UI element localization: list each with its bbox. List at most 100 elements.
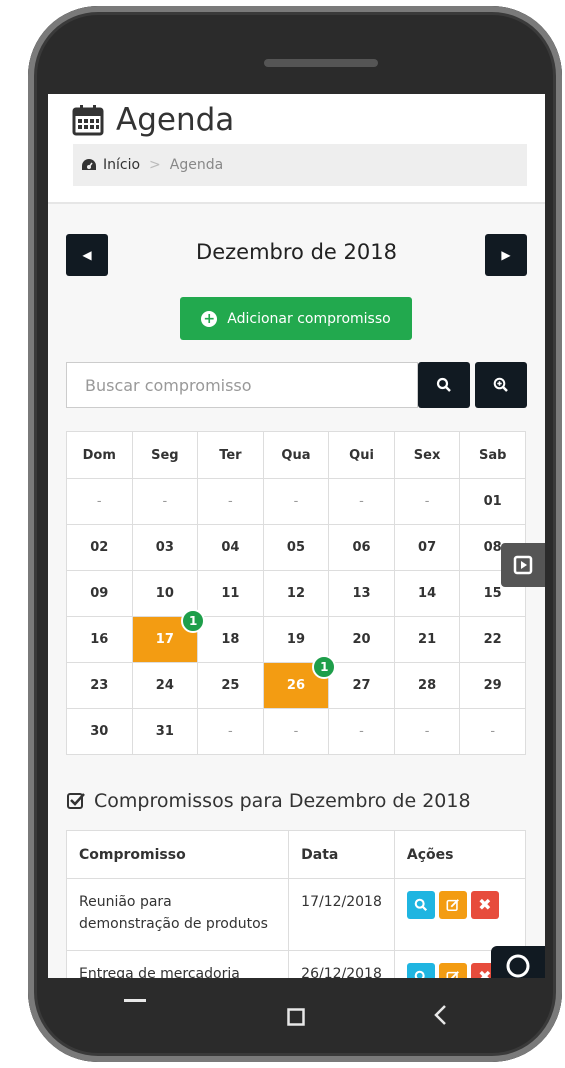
day-cell[interactable]: 13 bbox=[328, 570, 395, 617]
day-number: - bbox=[228, 494, 233, 509]
event-day-cell[interactable]: 17 1 bbox=[131, 609, 206, 663]
day-cell[interactable]: 07 bbox=[393, 524, 461, 571]
month-title: Dezembro de 2018 bbox=[196, 240, 397, 264]
appointments-heading: Compromissos para Dezembro de 2018 bbox=[66, 790, 471, 812]
next-month-button[interactable]: ▶ bbox=[485, 234, 527, 276]
day-cell[interactable]: 21 bbox=[393, 616, 461, 663]
day-number: 01 bbox=[483, 494, 502, 509]
calendar-icon bbox=[72, 105, 104, 136]
dashboard-icon bbox=[82, 159, 96, 170]
day-number: - bbox=[424, 724, 430, 739]
day-number: 22 bbox=[483, 632, 502, 647]
check-square-icon bbox=[67, 793, 85, 809]
day-number: 07 bbox=[418, 540, 437, 555]
app-screen: Agenda Início > Agenda ◀ Dezembro de 201… bbox=[48, 94, 545, 978]
day-cell[interactable]: 11 bbox=[197, 570, 264, 617]
day-cell[interactable]: 12 bbox=[262, 570, 330, 617]
day-number: 03 bbox=[155, 540, 174, 555]
event-count-badge: 1 bbox=[181, 609, 206, 633]
column-header-date: Data bbox=[288, 830, 395, 879]
day-cell[interactable]: 30 bbox=[66, 708, 133, 755]
day-cell[interactable]: 09 bbox=[66, 570, 133, 617]
chat-bubble-icon bbox=[506, 954, 530, 978]
day-cell[interactable]: 04 bbox=[197, 524, 264, 571]
day-cell[interactable]: 27 bbox=[328, 662, 395, 709]
play-square-icon bbox=[513, 555, 533, 575]
calendar-weekday-row: Dom Seg Ter Qua Qui Sex Sab bbox=[66, 431, 526, 479]
day-cell[interactable]: 05 bbox=[262, 524, 330, 571]
view-button[interactable] bbox=[406, 891, 435, 919]
appointment-actions: ✖ bbox=[393, 878, 527, 951]
day-cell[interactable]: 22 bbox=[459, 616, 526, 663]
day-number: - bbox=[96, 494, 102, 509]
empty-day-cell: - bbox=[393, 478, 461, 525]
delete-button[interactable]: ✖ bbox=[470, 891, 499, 919]
day-cell[interactable]: 23 bbox=[66, 662, 133, 709]
search-button[interactable] bbox=[418, 362, 470, 408]
empty-day-cell: - bbox=[262, 708, 330, 755]
day-cell[interactable]: 29 bbox=[459, 662, 526, 709]
back-icon bbox=[434, 1005, 446, 1025]
day-number: 08 bbox=[483, 540, 502, 555]
day-cell[interactable]: 01 bbox=[459, 478, 526, 525]
page-header: Agenda Início > Agenda bbox=[48, 94, 545, 204]
android-nav-bar bbox=[28, 976, 562, 1036]
empty-day-cell: - bbox=[197, 478, 264, 525]
day-number: 18 bbox=[221, 632, 240, 647]
day-number: - bbox=[359, 724, 364, 739]
edit-icon bbox=[446, 899, 459, 912]
weekday-header: Qui bbox=[328, 431, 395, 479]
day-number: 28 bbox=[418, 678, 437, 693]
zoom-in-icon bbox=[493, 377, 508, 392]
event-day-cell[interactable]: 26 1 bbox=[262, 655, 337, 709]
day-number: 17 bbox=[155, 632, 174, 647]
advanced-search-button[interactable] bbox=[475, 362, 527, 408]
empty-day-cell: - bbox=[197, 708, 264, 755]
breadcrumb-current: Agenda bbox=[169, 157, 224, 173]
weekday-header: Sex bbox=[393, 431, 461, 479]
empty-day-cell: - bbox=[66, 478, 133, 525]
day-number: 19 bbox=[286, 632, 306, 647]
day-cell[interactable]: 18 bbox=[197, 616, 264, 663]
phone-speaker bbox=[264, 59, 378, 67]
calendar-week-row: 02 03 04 05 06 07 08 bbox=[66, 524, 526, 571]
calendar-week-row: 16 17 1 18 19 20 21 22 bbox=[66, 609, 526, 663]
day-cell[interactable]: 14 bbox=[393, 570, 461, 617]
weekday-header: Dom bbox=[66, 431, 133, 479]
day-cell[interactable]: 31 bbox=[131, 708, 199, 755]
breadcrumb-separator: > bbox=[149, 157, 161, 173]
calendar-week-row: 09 10 11 12 13 14 15 bbox=[66, 570, 526, 617]
day-cell[interactable]: 28 bbox=[393, 662, 461, 709]
appointment-date: 26/12/2018 bbox=[288, 950, 395, 978]
weekday-header: Seg bbox=[131, 431, 199, 479]
table-row: Entrega de mercadoria 26/12/2018 ✖ bbox=[65, 950, 527, 978]
side-panel-toggle[interactable] bbox=[501, 543, 545, 587]
home-nav-button[interactable] bbox=[287, 1006, 305, 1030]
day-cell[interactable]: 25 bbox=[197, 662, 264, 709]
empty-day-cell: - bbox=[393, 708, 461, 755]
day-number: 26 bbox=[286, 678, 306, 693]
back-nav-button[interactable] bbox=[433, 1004, 447, 1030]
add-appointment-label: Adicionar compromisso bbox=[227, 310, 391, 327]
edit-button[interactable] bbox=[438, 891, 467, 919]
day-cell[interactable]: 20 bbox=[328, 616, 395, 663]
plus-circle-icon: + bbox=[201, 310, 218, 327]
table-row: Reunião para demonstração de produtos 17… bbox=[65, 878, 527, 951]
day-cell[interactable]: 24 bbox=[131, 662, 199, 709]
day-number: 25 bbox=[221, 678, 240, 693]
day-number: 15 bbox=[483, 586, 502, 601]
day-number: - bbox=[490, 724, 496, 739]
weekday-header: Ter bbox=[197, 431, 264, 479]
day-cell[interactable]: 06 bbox=[328, 524, 395, 571]
column-header-appointment: Compromisso bbox=[65, 830, 290, 879]
day-cell[interactable]: 16 bbox=[66, 616, 133, 663]
search-icon bbox=[414, 898, 427, 912]
day-cell[interactable]: 03 bbox=[131, 524, 199, 571]
breadcrumb-home-link[interactable]: Início bbox=[103, 157, 140, 173]
chat-button[interactable] bbox=[491, 946, 545, 978]
add-appointment-button[interactable]: + Adicionar compromisso bbox=[180, 297, 412, 340]
search-input[interactable] bbox=[66, 362, 418, 408]
empty-day-cell: - bbox=[328, 708, 395, 755]
day-cell[interactable]: 02 bbox=[66, 524, 133, 571]
menu-nav-button[interactable] bbox=[124, 984, 146, 1008]
